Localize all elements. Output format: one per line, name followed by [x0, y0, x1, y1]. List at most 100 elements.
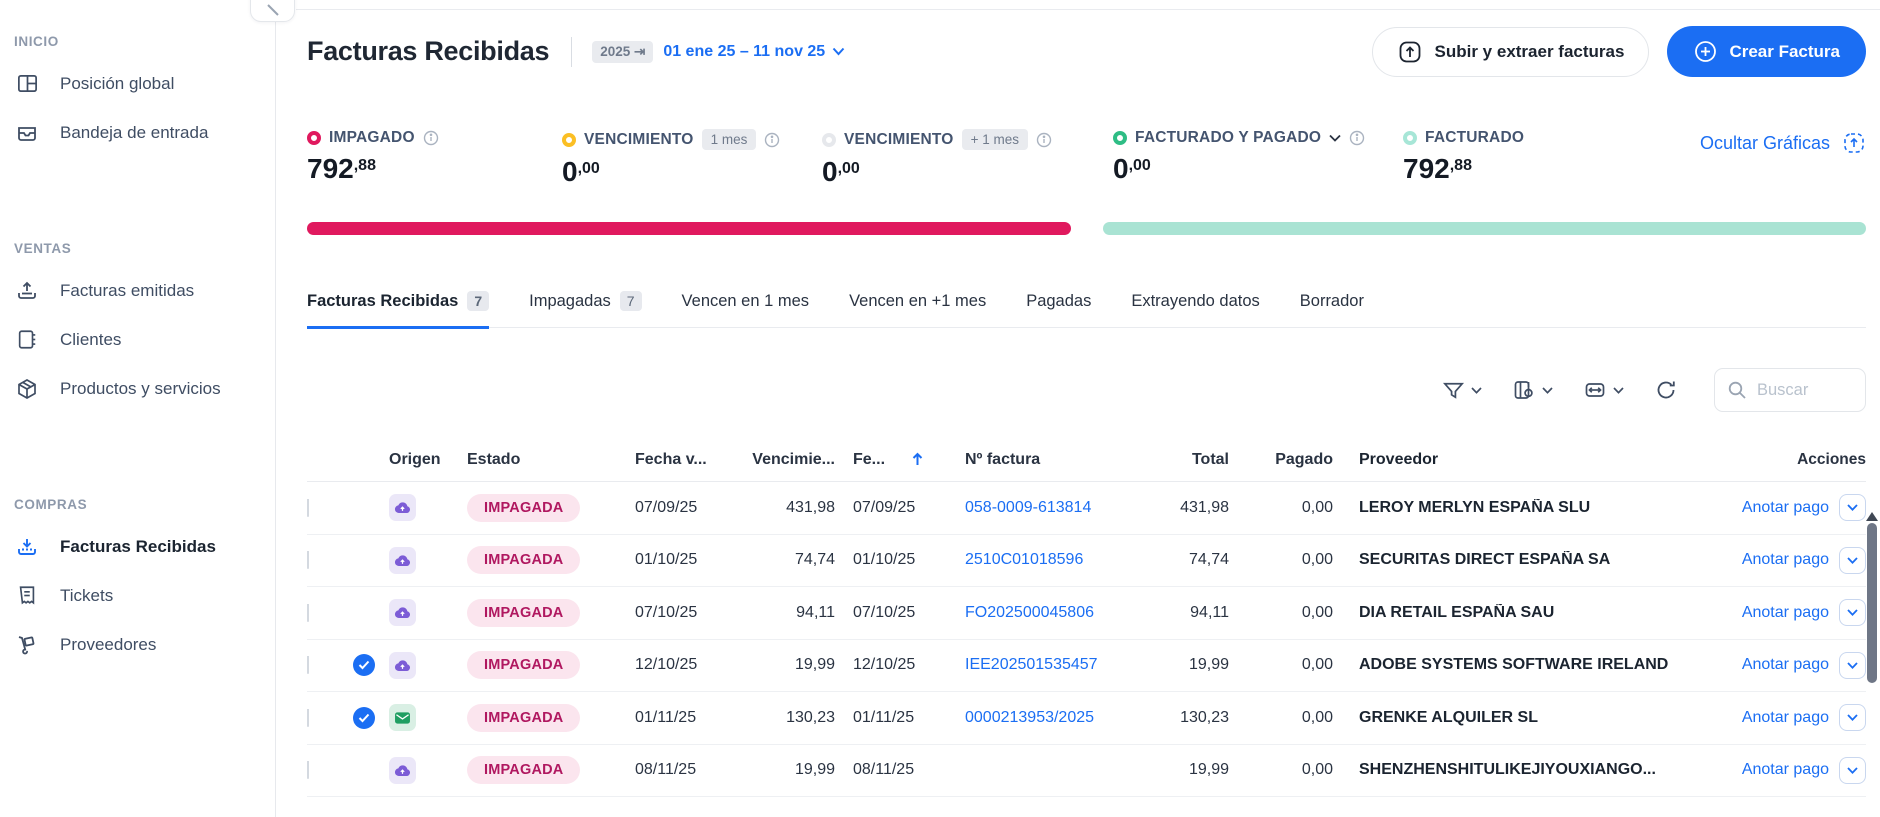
col-factura[interactable]: Nº factura: [939, 451, 1117, 469]
sidebar-item-productos-servicios[interactable]: Productos y servicios: [14, 364, 275, 413]
anotar-pago-link[interactable]: Anotar pago: [1742, 761, 1829, 779]
row-checkbox[interactable]: [307, 604, 309, 622]
row-checkbox[interactable]: [307, 656, 309, 674]
date-range-label: 01 ene 25 – 11 nov 25: [663, 43, 825, 61]
sidebar-item-proveedores[interactable]: Proveedores: [14, 620, 275, 669]
scrollbar-thumb[interactable]: [1867, 523, 1877, 683]
invoice-number-link[interactable]: FO202500045806: [965, 604, 1094, 621]
row-actions-dropdown-button[interactable]: [1839, 652, 1866, 679]
chevron-down-icon[interactable]: [1329, 134, 1341, 142]
tab-borrador[interactable]: Borrador: [1300, 292, 1364, 329]
upload-invoices-button[interactable]: Subir y extraer facturas: [1372, 27, 1650, 77]
info-icon[interactable]: [1036, 132, 1052, 148]
card-facturado: FACTURADO 792 ,88: [1403, 129, 1653, 183]
col-fe-label: Fe...: [853, 451, 885, 469]
hide-charts-link[interactable]: Ocultar Gráficas: [1700, 129, 1866, 155]
search-input[interactable]: [1757, 381, 1847, 400]
invoice-number-link[interactable]: 2510C01018596: [965, 551, 1083, 568]
row-checkbox[interactable]: [307, 761, 309, 779]
tab-pagadas[interactable]: Pagadas: [1026, 292, 1091, 329]
col-total[interactable]: Total: [1117, 451, 1229, 469]
trolley-icon: [14, 632, 40, 658]
sidebar-item-posicion-global[interactable]: Posición global: [14, 59, 275, 108]
sidebar-item-label: Bandeja de entrada: [60, 123, 208, 143]
chevron-down-icon: [1847, 767, 1858, 774]
col-proveedor[interactable]: Proveedor: [1333, 451, 1694, 469]
columns-button[interactable]: [1512, 378, 1553, 402]
anotar-pago-link[interactable]: Anotar pago: [1742, 604, 1829, 622]
col-fecha-v[interactable]: Fecha v...: [635, 451, 747, 469]
row-actions-dropdown-button[interactable]: [1839, 494, 1866, 521]
col-pagado[interactable]: Pagado: [1229, 451, 1333, 469]
search-box[interactable]: [1714, 368, 1866, 412]
anotar-pago-link[interactable]: Anotar pago: [1742, 499, 1829, 517]
tab-impagadas[interactable]: Impagadas 7: [529, 291, 641, 329]
vertical-scrollbar[interactable]: [1866, 512, 1878, 817]
chevron-down-icon: [1847, 609, 1858, 616]
invoice-number-link[interactable]: IEE202501535457: [965, 656, 1098, 673]
main-content: Facturas Recibidas 2025 ⇥ 01 ene 25 – 11…: [276, 0, 1880, 817]
scrollbar-up-arrow[interactable]: [1866, 512, 1878, 521]
sort-ascending-icon[interactable]: [911, 452, 924, 467]
status-ring-facturado: [1403, 131, 1417, 145]
column-width-button[interactable]: [1583, 378, 1624, 402]
col-fe[interactable]: Fe...: [835, 451, 939, 469]
sidebar-item-bandeja-entrada[interactable]: Bandeja de entrada: [14, 108, 275, 157]
value-integer: 0: [822, 158, 838, 186]
sidebar-item-clientes[interactable]: Clientes: [14, 315, 275, 364]
invoice-number-link[interactable]: 058-0009-613814: [965, 499, 1091, 516]
tab-vencen-1mes[interactable]: Vencen en 1 mes: [682, 292, 810, 329]
tab-facturas-recibidas[interactable]: Facturas Recibidas 7: [307, 291, 489, 329]
tab-label: Pagadas: [1026, 292, 1091, 311]
value-decimals: ,00: [1129, 157, 1151, 175]
status-ring-facturado-pagado: [1113, 131, 1127, 145]
cell-fecha-v: 12/10/25: [635, 656, 747, 674]
info-icon[interactable]: [1349, 130, 1365, 146]
status-badge: IMPAGADA: [467, 546, 580, 574]
tab-count-badge: 7: [620, 291, 642, 311]
create-invoice-button[interactable]: Crear Factura: [1667, 26, 1866, 77]
tabs-bar: Facturas Recibidas 7 Impagadas 7 Vencen …: [307, 291, 1866, 328]
inbox-icon: [14, 120, 40, 146]
row-checkbox[interactable]: [307, 709, 309, 727]
col-estado[interactable]: Estado: [467, 451, 635, 469]
anotar-pago-link[interactable]: Anotar pago: [1742, 551, 1829, 569]
sidebar-item-label: Facturas emitidas: [60, 281, 194, 301]
grid-icon: [14, 71, 40, 97]
row-checkbox[interactable]: [307, 551, 309, 569]
sidebar-item-facturas-recibidas[interactable]: Facturas Recibidas: [14, 522, 275, 571]
row-actions-dropdown-button[interactable]: [1839, 757, 1866, 784]
horizontal-resize-icon: [1583, 378, 1607, 402]
sidebar-item-facturas-emitidas[interactable]: Facturas emitidas: [14, 266, 275, 315]
table-row: IMPAGADA 12/10/25 19,99 12/10/25 IEE2025…: [307, 640, 1866, 693]
sidebar: INICIO Posición global Bandeja de entrad…: [0, 0, 276, 817]
refresh-button[interactable]: [1654, 378, 1678, 402]
date-range-selector[interactable]: 01 ene 25 – 11 nov 25: [663, 43, 845, 61]
info-icon[interactable]: [764, 132, 780, 148]
search-icon: [1727, 380, 1747, 400]
tab-vencen-plus1mes[interactable]: Vencen en +1 mes: [849, 292, 986, 329]
col-origen[interactable]: Origen: [389, 451, 467, 469]
card-value: 792 ,88: [1403, 155, 1653, 183]
tab-label: Vencen en 1 mes: [682, 292, 810, 311]
anotar-pago-link[interactable]: Anotar pago: [1742, 656, 1829, 674]
value-integer: 792: [307, 155, 354, 183]
invoice-number-link[interactable]: 0000213953/2025: [965, 709, 1094, 726]
card-value: 0 ,00: [1113, 155, 1403, 183]
year-chip[interactable]: 2025 ⇥: [592, 41, 653, 63]
sidebar-section-ventas: VENTAS: [14, 241, 275, 256]
row-actions-dropdown-button[interactable]: [1839, 599, 1866, 626]
cell-fecha-v: 07/10/25: [635, 604, 747, 622]
row-actions-dropdown-button[interactable]: [1839, 547, 1866, 574]
cell-fe: 12/10/25: [835, 656, 939, 674]
info-icon[interactable]: [423, 130, 439, 146]
row-checkbox[interactable]: [307, 499, 309, 517]
tab-extrayendo-datos[interactable]: Extrayendo datos: [1131, 292, 1259, 329]
anotar-pago-link[interactable]: Anotar pago: [1742, 709, 1829, 727]
cell-total: 130,23: [1117, 709, 1229, 727]
sidebar-item-tickets[interactable]: Tickets: [14, 571, 275, 620]
col-vencimiento[interactable]: Vencimie...: [747, 451, 835, 469]
row-actions-dropdown-button[interactable]: [1839, 704, 1866, 731]
filter-button[interactable]: [1442, 379, 1482, 402]
sidebar-collapse-button[interactable]: [250, 0, 295, 22]
